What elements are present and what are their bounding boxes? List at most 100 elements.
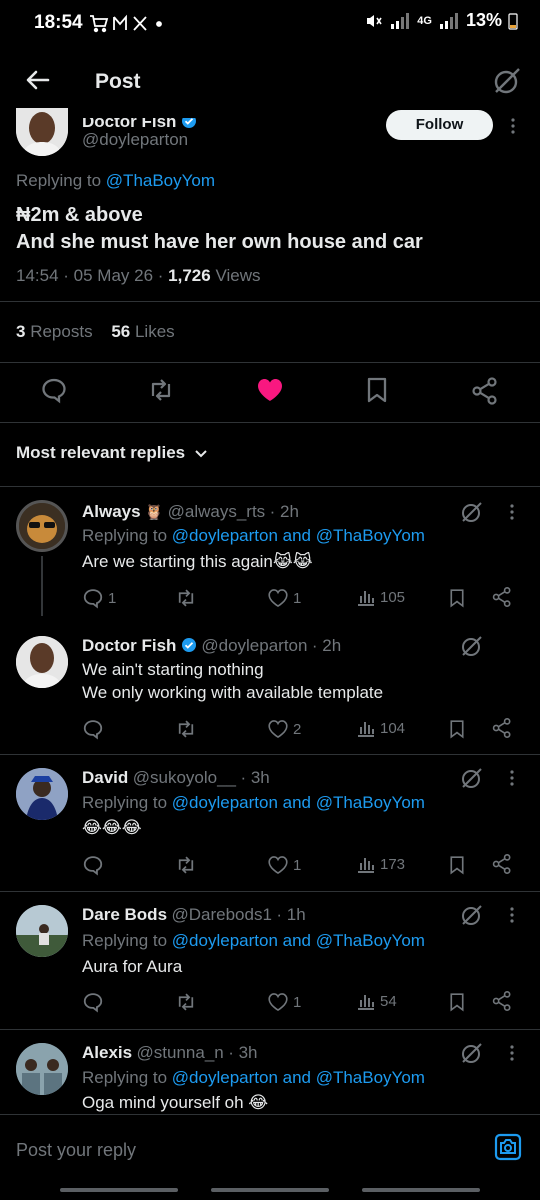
- reply-icon: [83, 993, 103, 1013]
- reply-header: Alexis @stunna_n · 3h: [82, 1043, 258, 1062]
- more-options-icon[interactable]: [506, 1043, 518, 1063]
- reply-text: 😂😂😂: [82, 818, 142, 837]
- repost-icon: [178, 993, 194, 1011]
- views-button[interactable]: 104: [356, 718, 405, 738]
- reply-button[interactable]: 1: [82, 587, 116, 609]
- bookmark-icon: [450, 856, 464, 875]
- post-replying-to: Replying to @ThaBoyYom: [16, 171, 216, 190]
- post-text-line1: ₦2m & above: [16, 204, 143, 226]
- reply-replying-to: Replying to @doyleparton and @ThaBoyYom: [82, 1068, 425, 1087]
- mute-icon: [367, 14, 382, 27]
- divider: [0, 362, 540, 363]
- post-views-count: 1,726: [168, 266, 211, 285]
- reply-item[interactable]: Dare Bods @Darebods1 · 1h Replying to @d…: [0, 891, 540, 1029]
- share-icon[interactable]: [470, 376, 500, 406]
- reply-input[interactable]: Post your reply: [16, 1140, 136, 1161]
- reply-button[interactable]: [82, 991, 104, 1013]
- reply-text-line2: We only working with available template: [82, 683, 384, 702]
- share-icon: [492, 718, 511, 738]
- views-button[interactable]: 105: [356, 587, 405, 607]
- reply-icon: [83, 856, 103, 876]
- camera-icon[interactable]: [494, 1133, 522, 1161]
- grok-icon[interactable]: [460, 903, 484, 927]
- reply-icon[interactable]: [40, 376, 70, 406]
- grok-icon[interactable]: [492, 66, 522, 96]
- signal-2-icon: [439, 12, 458, 29]
- reply-avatar[interactable]: [16, 905, 68, 957]
- network-type: 4G: [417, 14, 432, 27]
- post-views-label: Views: [215, 266, 261, 285]
- notification-glyphs-icon: [90, 14, 162, 33]
- views-button[interactable]: 54: [356, 991, 397, 1011]
- views-button[interactable]: 173: [356, 854, 405, 874]
- more-options-icon[interactable]: [506, 905, 518, 925]
- share-icon: [492, 854, 511, 874]
- like-button[interactable]: 1: [267, 991, 301, 1013]
- post-author-avatar[interactable]: [16, 108, 68, 156]
- grok-icon[interactable]: [460, 766, 484, 790]
- likes-stat[interactable]: 56 Likes: [111, 322, 174, 341]
- share-button[interactable]: [491, 586, 513, 608]
- nav-home[interactable]: [211, 1188, 329, 1192]
- like-button[interactable]: 1: [267, 854, 301, 876]
- like-icon: [268, 993, 288, 1012]
- nav-back[interactable]: [362, 1188, 480, 1192]
- reply-header: David @sukoyolo__ · 3h: [82, 768, 270, 787]
- reply-text: Oga mind yourself oh 😂: [82, 1093, 269, 1112]
- share-button[interactable]: [491, 717, 513, 739]
- reply-avatar[interactable]: [16, 768, 68, 820]
- repost-icon: [178, 589, 194, 607]
- reply-button[interactable]: [82, 854, 104, 876]
- reply-button[interactable]: [82, 718, 104, 740]
- grok-icon[interactable]: [460, 500, 484, 524]
- reposts-stat[interactable]: 3 Reposts: [16, 322, 93, 341]
- grok-icon[interactable]: [460, 634, 484, 658]
- post-timestamp: 14:54 · 05 May 26 ·: [16, 266, 164, 285]
- nav-recents[interactable]: [60, 1188, 178, 1192]
- share-button[interactable]: [491, 990, 513, 1012]
- repost-button[interactable]: [174, 718, 198, 740]
- post-stats: 3 Reposts 56 Likes: [16, 322, 175, 342]
- more-options-icon[interactable]: [506, 502, 518, 522]
- bookmark-button[interactable]: [447, 718, 467, 740]
- like-icon[interactable]: [255, 376, 285, 406]
- reply-item[interactable]: David @sukoyolo__ · 3h Replying to @doyl…: [0, 754, 540, 891]
- post-author-name[interactable]: Doctor Fish: [82, 118, 197, 132]
- status-time: 18:54: [34, 12, 83, 33]
- bookmark-icon: [450, 589, 464, 608]
- replies-sort-dropdown[interactable]: Most relevant replies: [16, 443, 209, 463]
- verified-badge-icon: [181, 638, 196, 652]
- like-button[interactable]: 2: [267, 718, 301, 740]
- follow-button[interactable]: Follow: [386, 110, 493, 140]
- repost-button[interactable]: [174, 854, 198, 876]
- reply-avatar[interactable]: [16, 500, 68, 552]
- reply-item[interactable]: Always 🦉 @always_rts · 2h Replying to @d…: [0, 486, 540, 620]
- grok-icon[interactable]: [460, 1041, 484, 1065]
- bookmark-icon[interactable]: [363, 376, 393, 406]
- reply-avatar[interactable]: [16, 1043, 68, 1095]
- back-arrow-icon[interactable]: [22, 64, 54, 96]
- like-icon: [268, 856, 288, 875]
- repost-button[interactable]: [174, 587, 198, 609]
- post-author-handle[interactable]: @doyleparton: [82, 130, 188, 150]
- bookmark-button[interactable]: [447, 991, 467, 1013]
- share-icon: [492, 991, 511, 1011]
- reply-item[interactable]: Alexis @stunna_n · 3h Replying to @doyle…: [0, 1029, 540, 1114]
- repost-icon[interactable]: [146, 376, 176, 406]
- more-options-icon[interactable]: [506, 768, 518, 788]
- bookmark-button[interactable]: [447, 587, 467, 609]
- like-button[interactable]: 1: [267, 587, 301, 609]
- reply-avatar[interactable]: [16, 636, 68, 688]
- share-button[interactable]: [491, 853, 513, 875]
- reply-header: Doctor Fish @doyleparton · 2h: [82, 636, 342, 655]
- more-options-icon[interactable]: [507, 116, 519, 136]
- views-icon: [358, 722, 374, 737]
- reply-text: Are we starting this again😹😹: [82, 552, 313, 571]
- status-right: 4G 13%: [365, 10, 518, 31]
- bookmark-button[interactable]: [447, 854, 467, 876]
- repost-button[interactable]: [174, 991, 198, 1013]
- repost-icon: [178, 720, 194, 738]
- post-actions: [0, 376, 540, 410]
- replying-to-link[interactable]: @ThaBoyYom: [106, 171, 215, 190]
- reply-item[interactable]: Doctor Fish @doyleparton · 2h We ain't s…: [0, 620, 540, 754]
